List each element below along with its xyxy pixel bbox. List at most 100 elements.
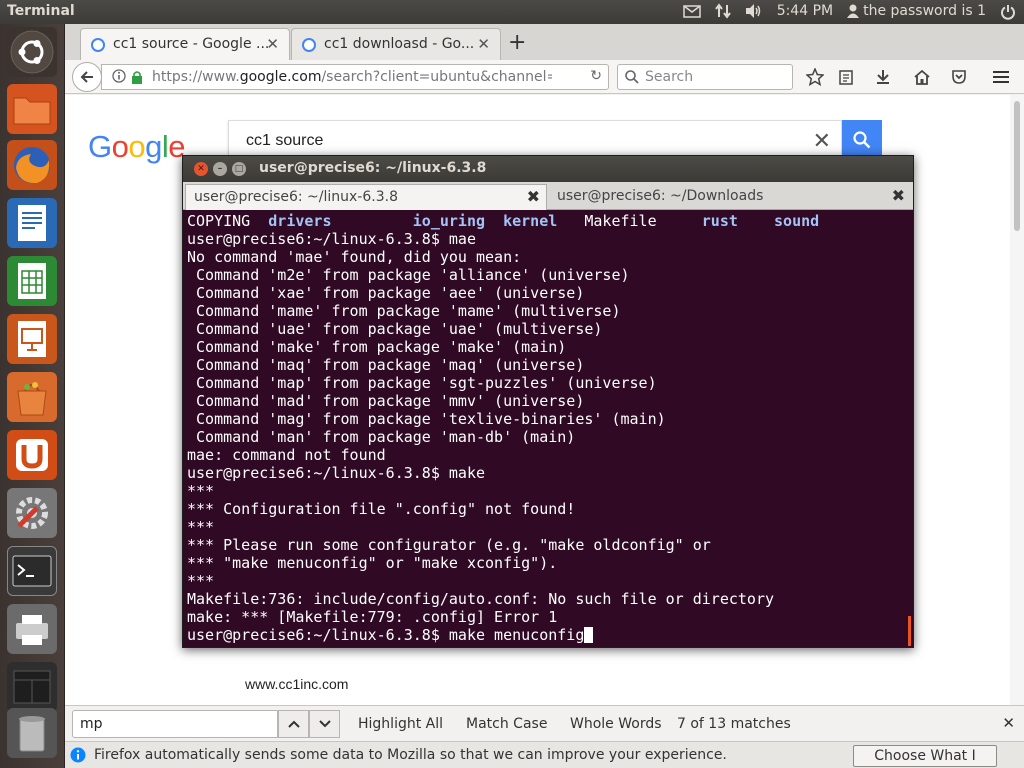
files-icon bbox=[13, 97, 51, 125]
launcher-writer[interactable] bbox=[7, 198, 57, 248]
ls-entry: io_uring bbox=[412, 212, 486, 230]
mail-icon[interactable] bbox=[682, 4, 701, 18]
terminal-tab-1[interactable]: user@precise6: ~/linux-6.3.8 ✖ bbox=[185, 184, 547, 210]
google-logo[interactable]: Google bbox=[88, 129, 186, 165]
ls-entry: COPYING bbox=[187, 212, 251, 230]
ls-entry: drivers bbox=[268, 212, 332, 230]
terminal-line: Command 'xae' from package 'aee' (univer… bbox=[187, 284, 585, 302]
choose-what-i-share-button[interactable]: Choose What I Share bbox=[853, 745, 997, 767]
url-text: https://www.google.com/search?client=ubu… bbox=[152, 69, 552, 85]
search-bar[interactable]: Search bbox=[617, 64, 793, 90]
launcher-printer[interactable] bbox=[7, 604, 57, 654]
terminal-titlebar[interactable]: ✕ – □ user@precise6: ~/linux-6.3.8 bbox=[183, 156, 913, 182]
launcher-ubuntu-one[interactable] bbox=[7, 430, 57, 480]
download-icon[interactable] bbox=[874, 68, 892, 86]
pocket-icon[interactable] bbox=[950, 68, 968, 86]
volume-icon[interactable] bbox=[745, 3, 763, 19]
power-icon[interactable] bbox=[1000, 4, 1016, 20]
trash-icon bbox=[19, 716, 45, 752]
terminal-line: *** Configuration file ".config" not fou… bbox=[187, 500, 576, 518]
terminal-tab-bar: user@precise6: ~/linux-6.3.8 ✖ user@prec… bbox=[183, 182, 913, 210]
terminal-tab-close-icon[interactable]: ✖ bbox=[892, 186, 905, 205]
launcher-files[interactable] bbox=[7, 84, 57, 134]
find-input[interactable]: mp bbox=[72, 710, 278, 738]
launcher-dash[interactable] bbox=[7, 27, 57, 77]
home-icon[interactable] bbox=[913, 68, 931, 86]
bookmark-star-icon[interactable] bbox=[806, 68, 824, 86]
terminal-scrollbar[interactable] bbox=[908, 616, 911, 646]
clock[interactable]: 5:44 PM bbox=[777, 3, 833, 19]
launcher-firefox[interactable] bbox=[7, 140, 57, 190]
highlight-all-toggle[interactable]: Highlight All bbox=[358, 716, 443, 732]
writer-icon bbox=[18, 205, 46, 241]
reading-list-icon[interactable] bbox=[837, 68, 855, 86]
find-match-count: 7 of 13 matches bbox=[677, 716, 791, 732]
command-input[interactable]: make menuconfig bbox=[449, 626, 584, 644]
terminal-line: user@precise6:~/linux-6.3.8$ mae bbox=[187, 230, 476, 248]
google-favicon-icon bbox=[302, 38, 316, 52]
google-search-input[interactable]: cc1 source ✕ bbox=[228, 120, 842, 160]
terminal-line: Command 'mame' from package 'mame' (mult… bbox=[187, 302, 621, 320]
tab-close-icon[interactable]: ✕ bbox=[477, 35, 490, 53]
scrollbar-thumb[interactable] bbox=[1014, 101, 1020, 231]
network-icon[interactable] bbox=[714, 3, 731, 19]
terminal-line: *** bbox=[187, 482, 215, 500]
launcher-system-settings[interactable] bbox=[7, 488, 57, 538]
close-window-icon[interactable]: ✕ bbox=[194, 162, 208, 176]
search-icon bbox=[625, 70, 639, 88]
logo-letter: g bbox=[145, 129, 162, 164]
find-previous-button[interactable] bbox=[278, 710, 309, 738]
google-favicon-icon bbox=[91, 38, 105, 52]
find-close-icon[interactable]: ✕ bbox=[1002, 714, 1015, 732]
calc-icon bbox=[18, 263, 46, 299]
ls-entry: sound bbox=[774, 212, 820, 230]
workspace-switcher-icon bbox=[13, 670, 51, 704]
prompt: user@precise6:~/linux-6.3.8$ bbox=[187, 626, 449, 644]
terminal-tab-close-icon[interactable]: ✖ bbox=[527, 187, 540, 206]
indicators: 5:44 PM the password is 1 bbox=[682, 3, 986, 19]
launcher-software-center[interactable] bbox=[7, 372, 57, 422]
terminal-line: *** Please run some configurator (e.g. "… bbox=[187, 536, 711, 554]
terminal-prompt-line[interactable]: user@precise6:~/linux-6.3.8$ make menuco… bbox=[187, 626, 909, 644]
ubuntu-logo-icon bbox=[10, 30, 54, 74]
maximize-window-icon[interactable]: □ bbox=[232, 162, 246, 176]
launcher-trash[interactable] bbox=[7, 708, 57, 758]
url-bar[interactable]: https://www.google.com/search?client=ubu… bbox=[101, 64, 609, 90]
terminal-line: mae: command not found bbox=[187, 446, 386, 464]
minimize-window-icon[interactable]: – bbox=[213, 162, 227, 176]
terminal-line: Command 'mag' from package 'texlive-bina… bbox=[187, 410, 666, 428]
terminal-line: *** bbox=[187, 518, 215, 536]
user-icon bbox=[847, 4, 860, 18]
ubuntu-one-icon bbox=[16, 439, 48, 471]
launcher-workspaces[interactable] bbox=[7, 662, 57, 712]
menu-icon[interactable] bbox=[992, 68, 1010, 86]
footer-site-link[interactable]: www.cc1inc.com bbox=[245, 676, 348, 692]
terminal-line: Command 'make' from package 'make' (main… bbox=[187, 338, 567, 356]
terminal-output[interactable]: COPYING drivers io_uring kernel Makefile… bbox=[187, 212, 909, 646]
new-tab-icon[interactable]: + bbox=[508, 30, 526, 55]
info-icon[interactable] bbox=[112, 69, 126, 87]
launcher-calc[interactable] bbox=[7, 256, 57, 306]
google-search-button[interactable] bbox=[842, 120, 882, 160]
back-button[interactable] bbox=[72, 62, 102, 92]
page-scrollbar[interactable] bbox=[1010, 95, 1024, 705]
browser-tab-2[interactable]: cc1 downloasd - Go... ✕ bbox=[291, 28, 501, 60]
reload-icon[interactable]: ↻ bbox=[590, 68, 602, 84]
find-next-button[interactable] bbox=[309, 710, 340, 738]
launcher-terminal[interactable] bbox=[7, 546, 57, 596]
match-case-toggle[interactable]: Match Case bbox=[466, 716, 547, 732]
browser-tab-1[interactable]: cc1 source - Google ... ✕ bbox=[80, 28, 290, 60]
ls-entry: kernel bbox=[503, 212, 558, 230]
user-menu[interactable]: the password is 1 bbox=[847, 3, 986, 19]
terminal-line: *** bbox=[187, 572, 215, 590]
launcher-impress[interactable] bbox=[7, 314, 57, 364]
text-cursor bbox=[584, 627, 594, 643]
whole-words-toggle[interactable]: Whole Words bbox=[570, 716, 662, 732]
find-query: mp bbox=[80, 716, 103, 732]
search-icon bbox=[853, 131, 871, 149]
firefox-icon bbox=[14, 147, 50, 184]
tab-close-icon[interactable]: ✕ bbox=[266, 35, 279, 53]
terminal-tab-2[interactable]: user@precise6: ~/Downloads ✖ bbox=[549, 184, 911, 210]
software-center-icon bbox=[17, 382, 47, 416]
clear-search-icon[interactable]: ✕ bbox=[813, 128, 831, 154]
